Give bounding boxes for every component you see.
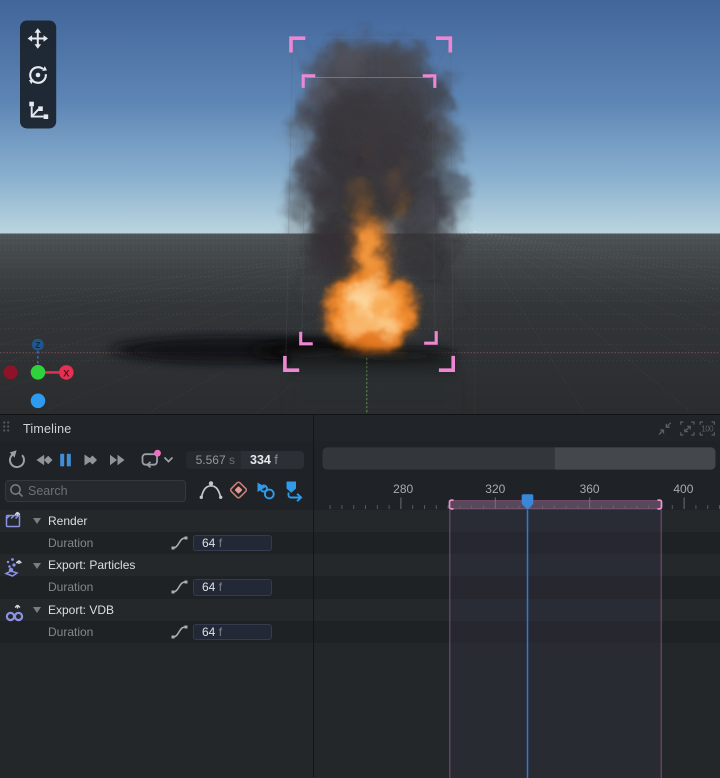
svg-text:400: 400 (673, 482, 693, 496)
svg-text:280: 280 (393, 482, 413, 496)
svg-text:100: 100 (701, 424, 714, 433)
svg-text:360: 360 (580, 482, 600, 496)
svg-text:320: 320 (485, 482, 505, 496)
svg-text:X: X (63, 368, 70, 379)
svg-text:Z: Z (35, 340, 40, 350)
